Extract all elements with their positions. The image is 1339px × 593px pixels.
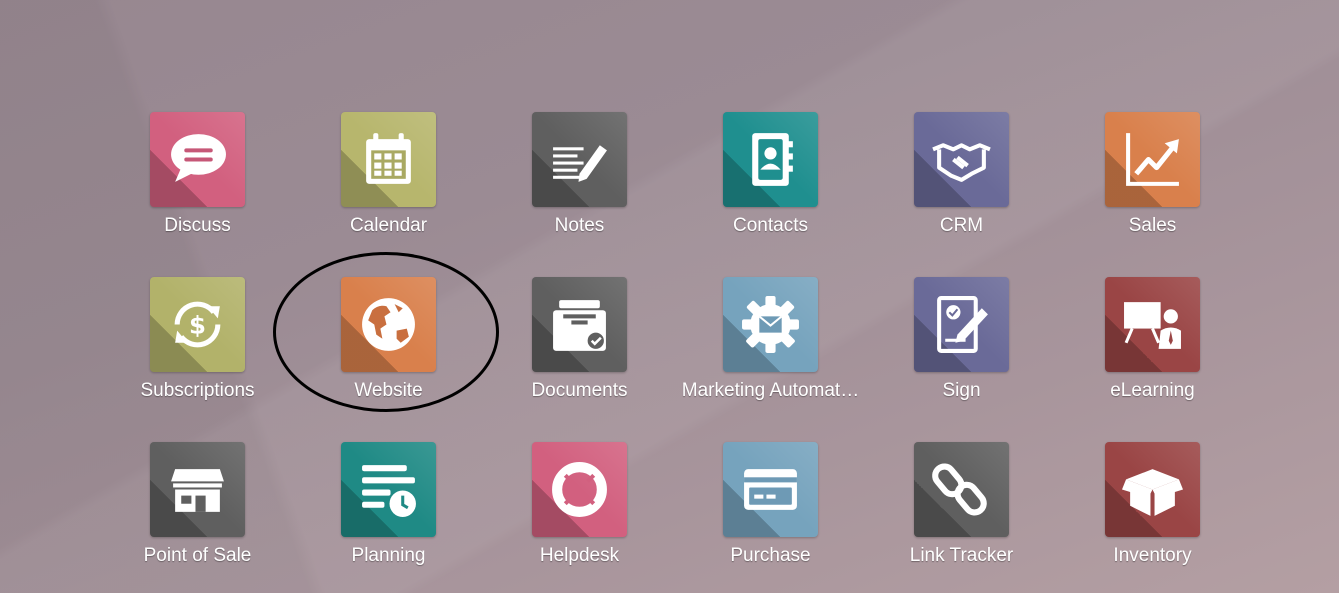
app-subscriptions[interactable]: $ Subscriptions [102,277,293,442]
app-label: eLearning [1110,380,1195,401]
app-inventory[interactable]: Inventory [1057,442,1248,593]
app-label: Notes [554,215,605,236]
app-label: Discuss [164,215,231,236]
app-label: Contacts [733,215,808,236]
app-sign[interactable]: Sign [866,277,1057,442]
app-link-tracker[interactable]: Link Tracker [866,442,1057,593]
file-box-icon [553,300,606,351]
app-label: Helpdesk [539,545,620,566]
app-marketing-automation[interactable]: Marketing Automat… [675,277,866,442]
app-tile [532,112,627,207]
app-grid: Discuss Calendar Notes Contacts CRM Sale… [102,112,1248,593]
app-label: CRM [939,215,984,236]
credit-card-icon [744,469,797,510]
chain-link-icon [932,463,987,516]
app-planning[interactable]: Planning [293,442,484,593]
app-crm[interactable]: CRM [866,112,1057,277]
app-tile [723,442,818,537]
app-tile [723,277,818,372]
app-documents[interactable]: Documents [484,277,675,442]
app-tile [1105,277,1200,372]
app-label: Link Tracker [909,545,1014,566]
app-label: Point of Sale [143,545,252,566]
app-helpdesk[interactable]: Helpdesk [484,442,675,593]
app-tile [341,442,436,537]
line-chart-icon [1126,133,1179,186]
planning-clock-icon [362,465,416,517]
app-tile [150,442,245,537]
sign-document-icon [937,296,988,353]
handshake-icon [932,143,991,182]
app-tile [723,112,818,207]
app-tile [914,112,1009,207]
app-tile [532,442,627,537]
app-tile [532,277,627,372]
app-tile [1105,442,1200,537]
app-tile: $ [150,277,245,372]
app-tile [914,277,1009,372]
presentation-icon [1124,302,1181,349]
app-label: Calendar [349,215,428,236]
app-label: Marketing Automat… [681,380,860,401]
open-box-icon [1122,469,1183,516]
app-calendar[interactable]: Calendar [293,112,484,277]
app-label: Purchase [730,545,811,566]
app-label: Documents [531,380,628,401]
svg-text:$: $ [189,311,206,340]
lifebuoy-icon [552,462,607,517]
app-website[interactable]: Website [293,277,484,442]
app-purchase[interactable]: Purchase [675,442,866,593]
gear-envelope-icon [742,296,799,353]
app-label: Inventory [1113,545,1192,566]
app-tile [914,442,1009,537]
app-label: Sales [1128,215,1177,236]
recurring-dollar-icon: $ [174,301,221,348]
app-tile [1105,112,1200,207]
app-tile [150,112,245,207]
app-label: Subscriptions [140,380,255,401]
notes-pen-icon [553,145,607,182]
app-discuss[interactable]: Discuss [102,112,293,277]
app-elearning[interactable]: eLearning [1057,277,1248,442]
app-notes[interactable]: Notes [484,112,675,277]
app-point-of-sale[interactable]: Point of Sale [102,442,293,593]
app-contacts[interactable]: Contacts [675,112,866,277]
calendar-icon [366,133,411,184]
app-label: Website [354,380,423,401]
address-book-icon [752,133,793,186]
app-tile [341,112,436,207]
chat-bubble-icon [171,134,226,182]
app-sales[interactable]: Sales [1057,112,1248,277]
app-tile [341,277,436,372]
app-label: Sign [942,380,981,401]
shop-icon [171,469,224,512]
app-label: Planning [351,545,426,566]
globe-icon [362,298,415,351]
